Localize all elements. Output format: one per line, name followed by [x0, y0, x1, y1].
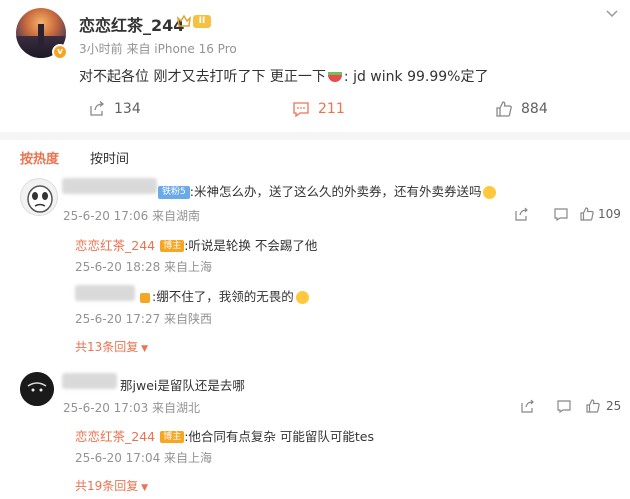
comment-button[interactable]: 211 — [292, 100, 345, 118]
caret-down-icon: ▼ — [138, 483, 149, 493]
post-text: 对不起各位 刚才又去打听了下 更正一下 : jd wink 99.99%定了 — [79, 66, 488, 86]
comment-text-row: 铁粉5:米神怎么办，送了这么久的外卖券，还有外卖券送吗 — [158, 181, 497, 200]
reply-row: 恋恋红茶_244 博主:听说是轮换 不会踢了他 — [75, 235, 317, 254]
commenter-avatar[interactable] — [20, 372, 54, 406]
author-tag: 博主 — [160, 430, 185, 443]
poster-name[interactable]: 恋恋红茶_244 — [79, 12, 184, 36]
commenter-name-redacted — [62, 178, 157, 194]
cat-emoji-icon — [295, 291, 309, 304]
commenter-avatar[interactable] — [20, 178, 58, 216]
sort-by-time-tab[interactable]: 按时间 — [90, 148, 129, 167]
reply-meta: 25-6-20 17:04 来自上海 — [75, 451, 213, 465]
verified-badge-icon: v — [52, 44, 68, 60]
reply-text: :绷不住了，我领的无畏的 — [152, 289, 294, 304]
comment-like-count: 109 — [598, 207, 621, 221]
like-icon — [496, 101, 512, 117]
reply-share-icon[interactable] — [520, 398, 536, 414]
comment-reply-icon[interactable] — [556, 398, 572, 414]
badge-icon — [140, 292, 150, 303]
reply-row: 恋恋红茶_244 博主:他合同有点复杂 可能留队可能tes — [75, 426, 374, 445]
reply-author[interactable]: 恋恋红茶_244 — [75, 238, 155, 253]
comment-count: 211 — [318, 101, 345, 117]
reply-text: :听说是轮换 不会踢了他 — [184, 238, 318, 253]
comment-icon — [293, 102, 309, 118]
level-badge: II — [193, 15, 211, 28]
comment-text: :米神怎么办，送了这么久的外卖券，还有外卖券送吗 — [189, 184, 482, 199]
reply-share-icon[interactable] — [514, 206, 530, 222]
post-text-main: 对不起各位 刚才又去打听了下 更正一下 — [79, 69, 326, 85]
comment-text: 那jwei是留队还是去哪 — [120, 378, 245, 393]
more-replies-label: 共19条回复 — [75, 479, 139, 493]
reply-text: :他合同有点复杂 可能留队可能tes — [184, 429, 375, 444]
repost-icon — [90, 101, 105, 116]
comment-like-icon[interactable] — [579, 206, 595, 222]
replier-name-redacted — [75, 285, 135, 301]
sort-by-hot-tab[interactable]: 按热度 — [20, 148, 59, 167]
more-replies-label: 共13条回复 — [75, 340, 139, 354]
comment-like-count: 25 — [606, 399, 622, 413]
author-tag: 博主 — [160, 239, 185, 252]
crying-emoji-icon — [483, 186, 497, 199]
chevron-down-icon[interactable] — [604, 6, 620, 22]
caret-down-icon: ▼ — [138, 344, 149, 354]
comment-meta: 25-6-20 17:06 来自湖南 — [63, 209, 201, 223]
commenter-name-redacted — [62, 373, 117, 389]
like-button[interactable]: 884 — [495, 100, 548, 118]
post-meta: 3小时前 来自 iPhone 16 Pro — [79, 42, 237, 56]
more-replies-link[interactable]: 共13条回复 ▼ — [75, 338, 148, 355]
watermelon-emoji-icon — [327, 72, 342, 82]
comment-like-icon[interactable] — [585, 398, 601, 414]
reply-row: :绷不住了，我领的无畏的 — [138, 286, 309, 305]
more-replies-link[interactable]: 共19条回复 ▼ — [75, 477, 148, 494]
post-text-tail: : jd wink 99.99%定了 — [343, 69, 489, 85]
comment-meta: 25-6-20 17:03 来自湖北 — [63, 401, 201, 415]
reply-meta: 25-6-20 18:28 来自上海 — [75, 260, 213, 274]
section-divider — [0, 132, 630, 140]
repost-count: 134 — [114, 101, 141, 117]
fan-level-tag: 铁粉5 — [158, 186, 190, 199]
repost-button[interactable]: 134 — [88, 100, 141, 118]
like-count: 884 — [521, 101, 548, 117]
reply-author[interactable]: 恋恋红茶_244 — [75, 429, 155, 444]
crown-icon — [177, 15, 191, 27]
comment-reply-icon[interactable] — [553, 206, 569, 222]
reply-meta: 25-6-20 17:27 来自陕西 — [75, 312, 213, 326]
